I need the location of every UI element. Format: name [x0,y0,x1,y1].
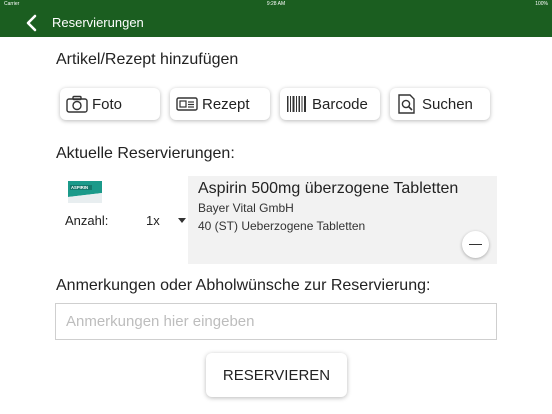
add-section-title: Artikel/Rezept hinzufügen [56,51,239,68]
barcode-icon [287,96,306,112]
prescription-button-label: Rezept [202,95,250,113]
notes-section-title: Anmerkungen oder Abholwünsche zur Reserv… [56,277,431,294]
barcode-button-label: Barcode [312,95,368,113]
reservation-product-panel: Aspirin 500mg überzogene Tabletten Bayer… [188,176,497,264]
quantity-label: Anzahl: [65,213,109,228]
reserve-button[interactable]: RESERVIEREN [206,353,347,397]
nav-title: Reservierungen [52,15,144,30]
photo-button-label: Foto [92,95,123,113]
back-chevron-icon[interactable] [24,14,40,32]
notes-input[interactable] [55,303,497,340]
search-document-icon [398,94,415,114]
search-button-label: Suchen [422,95,473,113]
battery-label: 100% [535,1,548,7]
reserve-button-label: RESERVIEREN [222,366,331,384]
remove-item-button[interactable] [462,231,489,258]
product-package: 40 (ST) Ueberzogene Tabletten [198,219,366,233]
status-bar: Carrier 9:28 AM 100% [0,0,552,9]
product-name: Aspirin 500mg überzogene Tabletten [198,180,459,197]
barcode-button[interactable]: Barcode [280,88,380,120]
quantity-value[interactable]: 1x [146,213,160,228]
current-section-title: Aktuelle Reservierungen: [56,145,235,162]
photo-button[interactable]: Foto [60,88,160,120]
nav-bar: Reservierungen [0,9,552,37]
prescription-icon [176,97,198,111]
status-time: 9:28 AM [266,1,286,7]
camera-icon [66,95,88,113]
reservation-left-panel: ASPIRIN Anzahl: 1x [56,176,188,264]
minus-icon [469,244,482,245]
product-manufacturer: Bayer Vital GmbH [198,201,294,215]
quantity-dropdown-arrow-icon[interactable] [178,218,186,223]
reservation-row: ASPIRIN Anzahl: 1x Aspirin 500mg überzog… [56,176,497,264]
pack-brand-text: ASPIRIN [71,185,88,190]
aspirin-pack-image: ASPIRIN [68,181,102,203]
search-button[interactable]: Suchen [390,88,490,120]
prescription-button[interactable]: Rezept [170,88,270,120]
